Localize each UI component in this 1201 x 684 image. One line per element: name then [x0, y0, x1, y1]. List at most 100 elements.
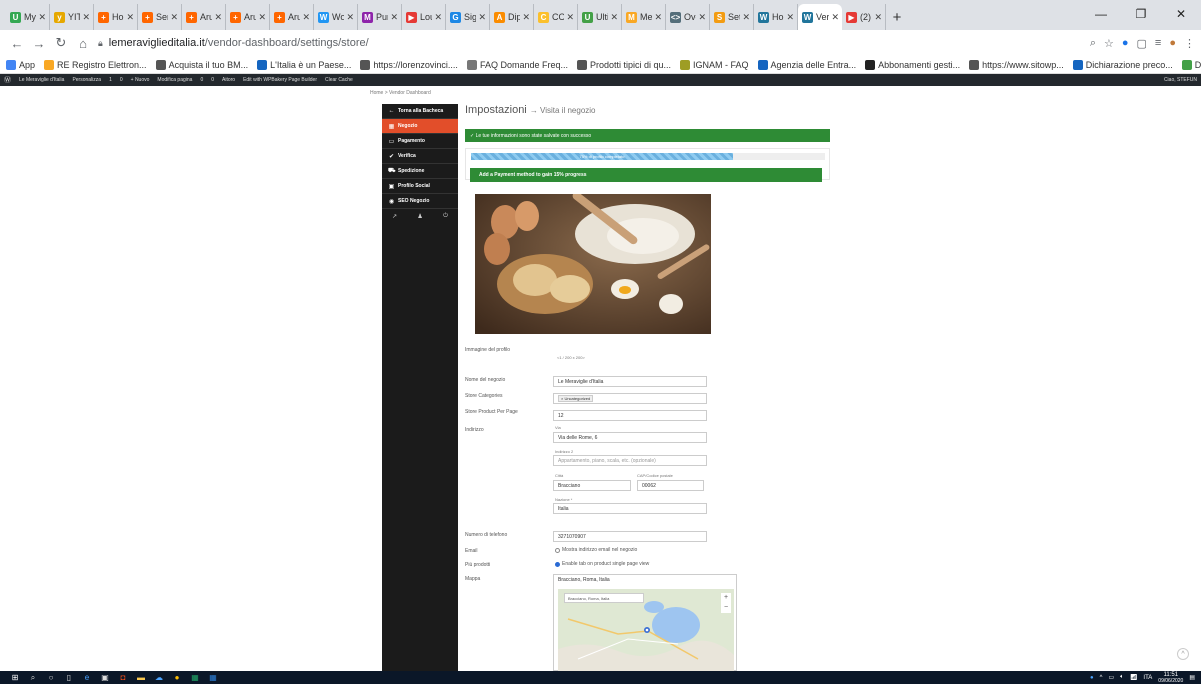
browser-tab[interactable]: MPur✕	[358, 4, 402, 30]
tab-close-icon[interactable]: ✕	[434, 12, 442, 23]
browser-tab[interactable]: +Aru✕	[270, 4, 314, 30]
notifications-icon[interactable]: ▤	[1189, 674, 1195, 681]
bookmark-item[interactable]: Abbonamenti gesti...	[865, 59, 960, 70]
volume-icon[interactable]: 🔈︎	[1120, 674, 1124, 681]
battery-icon[interactable]: ▭	[1109, 674, 1115, 681]
onedrive-icon[interactable]: ☁	[150, 671, 168, 684]
extension-icon[interactable]: ●	[1122, 37, 1129, 49]
address-bar[interactable]: 🔒︎ lemeraviglieditalia.it /vendor-dashbo…	[98, 37, 1090, 49]
category-tag[interactable]: × Uncategorized	[558, 395, 594, 402]
sidebar-item-store-seo[interactable]: ◉ SEO Negozio	[382, 194, 458, 209]
office-icon[interactable]: ◘	[114, 671, 132, 684]
tab-close-icon[interactable]: ✕	[478, 12, 486, 23]
street2-input[interactable]: Appartamento, piano, scala, etc. (opzion…	[553, 455, 707, 466]
tab-close-icon[interactable]: ✕	[654, 12, 662, 23]
adminbar-item[interactable]: Edit with WPBakery Page Builder	[243, 77, 317, 83]
windows-start-icon[interactable]: ⊞	[6, 671, 24, 684]
browser-tab[interactable]: <>Ove✕	[666, 4, 710, 30]
adminbar-item[interactable]: 0	[200, 77, 203, 83]
browser-tab[interactable]: ▶Lou✕	[402, 4, 446, 30]
browser-tab[interactable]: W Ver ✕	[798, 4, 842, 30]
tab-close-icon[interactable]: ✕	[522, 12, 530, 23]
browser-tab[interactable]: yYITI✕	[50, 4, 94, 30]
show-email-option[interactable]: Mostra indirizzo email nel negozio	[555, 547, 637, 553]
sidebar-item-back-to-dashboard[interactable]: ← Torna alla Bacheca	[382, 104, 458, 119]
map-search-input[interactable]: Bracciano, Roma, Italia	[564, 593, 644, 603]
avatar[interactable]: ●	[1169, 37, 1176, 49]
store-name-input[interactable]: Le Meraviglie d'Italia	[553, 376, 707, 387]
language-indicator[interactable]: ITA	[1143, 675, 1152, 681]
tab-close-icon[interactable]: ✕	[170, 12, 178, 23]
zoom-in-icon[interactable]: +	[721, 593, 731, 603]
tab-close-icon[interactable]: ✕	[390, 12, 398, 23]
sidebar-item-payment[interactable]: ▭ Pagamento	[382, 134, 458, 149]
close-window-icon[interactable]: ✕	[1161, 0, 1201, 28]
adminbar-item[interactable]: Aitoro	[222, 77, 235, 83]
store-app-icon[interactable]: ▣	[96, 671, 114, 684]
browser-tab[interactable]: U My ✕	[6, 4, 50, 30]
new-tab-button[interactable]: +	[886, 4, 908, 30]
tab-close-icon[interactable]: ✕	[831, 12, 839, 23]
tray-chevron-icon[interactable]: ^	[1100, 675, 1103, 681]
browser-tab[interactable]: G Sig ✕	[446, 4, 490, 30]
reload-icon[interactable]: ↻	[50, 35, 72, 51]
bookmark-item[interactable]: Agenzia delle Entra...	[757, 59, 856, 70]
word-icon[interactable]: ▦	[204, 671, 222, 684]
map-address-input[interactable]: Bracciano, Roma, Italia	[554, 575, 736, 587]
tab-close-icon[interactable]: ✕	[742, 12, 750, 23]
cortana-icon[interactable]: ○	[42, 671, 60, 684]
home-icon[interactable]: ⌂	[72, 36, 94, 51]
tab-close-icon[interactable]: ✕	[874, 12, 882, 23]
adminbar-item[interactable]: + Nuovo	[131, 77, 150, 83]
street-input[interactable]: Via delle Rome, 6	[553, 432, 707, 443]
browser-tab[interactable]: S Set ✕	[710, 4, 754, 30]
sidebar-item-shipping[interactable]: ⛟ Spedizione	[382, 164, 458, 179]
bookmark-item[interactable]: Dokan Zone Wise S...	[1181, 59, 1201, 70]
country-select[interactable]: Italia	[553, 503, 707, 514]
wp-logo-icon[interactable]: Ⓦ	[4, 75, 11, 85]
adminbar-user[interactable]: Ciao, STEFUN	[1164, 77, 1197, 83]
adminbar-item[interactable]: Personalizza	[72, 77, 101, 83]
more-products-checkbox[interactable]	[555, 561, 560, 567]
tab-close-icon[interactable]: ✕	[698, 12, 706, 23]
tab-close-icon[interactable]: ✕	[566, 12, 574, 23]
adminbar-item[interactable]: Clear Cache	[325, 77, 353, 83]
maximize-icon[interactable]: ❐	[1121, 0, 1161, 28]
logout-icon[interactable]: ⏻	[443, 213, 448, 220]
tab-close-icon[interactable]: ✕	[302, 12, 310, 23]
visit-store-icon[interactable]: ↗	[392, 213, 397, 220]
bookmark-item[interactable]: Prodotti tipici di qu...	[576, 59, 671, 70]
menu-icon[interactable]: ⋮	[1184, 37, 1195, 50]
bookmark-item[interactable]: Dichiarazione preco...	[1072, 59, 1173, 70]
star-icon[interactable]: ☆	[1104, 37, 1114, 50]
bookmark-item[interactable]: FAQ Domande Freq...	[466, 59, 568, 70]
tab-close-icon[interactable]: ✕	[38, 12, 46, 23]
tab-close-icon[interactable]: ✕	[786, 12, 794, 23]
browser-tab[interactable]: WHor✕	[754, 4, 798, 30]
tab-close-icon[interactable]: ✕	[258, 12, 266, 23]
adminbar-item[interactable]: 1	[109, 77, 112, 83]
adminbar-item[interactable]: Le Meraviglie d'Italia	[19, 77, 64, 83]
scroll-to-top-icon[interactable]: ^	[1177, 648, 1189, 660]
adminbar-item[interactable]: 0	[211, 77, 214, 83]
forward-icon[interactable]: →	[28, 36, 50, 51]
tab-close-icon[interactable]: ✕	[82, 12, 90, 23]
network-icon[interactable]: 📶︎	[1130, 674, 1138, 681]
add-payment-cta[interactable]: Add a Payment method to gain 15% progres…	[470, 168, 822, 182]
bookmark-item[interactable]: Acquista il tuo BM...	[155, 59, 248, 70]
tab-close-icon[interactable]: ✕	[214, 12, 222, 23]
bookmark-item[interactable]: IGNAM - FAQ	[680, 59, 749, 70]
visit-store-link[interactable]: → Visita il negozio	[530, 106, 596, 115]
browser-tab[interactable]: A Dip ✕	[490, 4, 534, 30]
adminbar-item[interactable]: 0	[120, 77, 123, 83]
bookmark-item[interactable]: https://lorenzovinci....	[360, 59, 458, 70]
tab-close-icon[interactable]: ✕	[126, 12, 134, 23]
browser-tab[interactable]: +Hor✕	[94, 4, 138, 30]
zip-input[interactable]: 00062	[637, 480, 704, 491]
adminbar-item[interactable]: Modifica pagina	[157, 77, 192, 83]
zoom-out-icon[interactable]: −	[721, 603, 731, 613]
tab-close-icon[interactable]: ✕	[610, 12, 618, 23]
tray-app-icon[interactable]: ●	[1090, 675, 1094, 681]
browser-tab[interactable]: C CO ✕	[534, 4, 578, 30]
reading-list-icon[interactable]: ≡	[1155, 37, 1161, 49]
